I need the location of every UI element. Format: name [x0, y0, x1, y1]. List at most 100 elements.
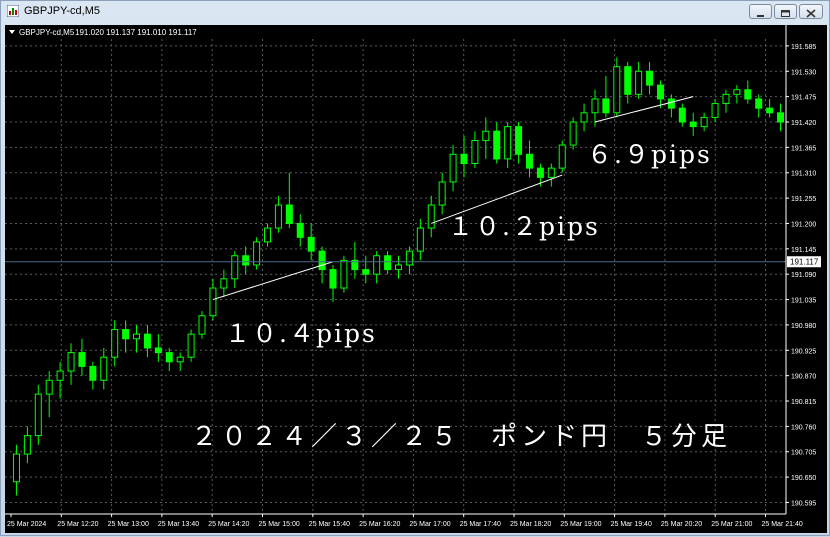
- maximize-icon: [781, 10, 790, 17]
- candle-body: [56, 370, 64, 381]
- candle-body: [482, 130, 490, 141]
- close-button[interactable]: [799, 4, 823, 19]
- time-tick-label: 25 Mar 15:00: [259, 521, 300, 528]
- symbol-label: GBPJPY-cd,M5: [19, 28, 75, 37]
- candle-body: [264, 227, 272, 243]
- candle-body: [274, 204, 282, 229]
- trend-line: [212, 261, 334, 301]
- time-tick-label: 25 Mar 14:20: [208, 521, 249, 528]
- chart-header: GBPJPY-cd,M5 191.020 191.137 191.010 191…: [9, 28, 197, 37]
- candle-body: [23, 435, 31, 455]
- candle-body: [318, 250, 326, 271]
- candle-body: [187, 333, 195, 358]
- candle-body: [143, 333, 151, 349]
- price-tick-label: 191.200: [791, 221, 816, 228]
- price-tick-label: 190.705: [791, 450, 816, 457]
- candle-body: [656, 84, 664, 100]
- price-tick-label: 191.475: [791, 95, 816, 102]
- time-tick-label: 25 Mar 13:00: [108, 521, 149, 528]
- price-tick-label: 191.090: [791, 272, 816, 279]
- time-tick-label: 25 Mar 19:00: [560, 521, 601, 528]
- price-tick-label: 191.255: [791, 196, 816, 203]
- price-tick-label: 191.310: [791, 171, 816, 178]
- chart-caption: ２０２４／３／２５ ポンド円 ５分足: [191, 422, 731, 452]
- price-tick-label: 190.815: [791, 399, 816, 406]
- window-title: GBPJPY-cd,M5: [24, 5, 101, 17]
- minimize-icon: [757, 15, 764, 17]
- candle-body: [176, 356, 184, 363]
- candle-body: [558, 144, 566, 169]
- price-tick-label: 190.980: [791, 323, 816, 330]
- annotation-move3: ６.９pips: [587, 140, 712, 169]
- annotation-move1: １０.４pips: [225, 319, 377, 348]
- candle-body: [602, 98, 610, 114]
- title-bar[interactable]: GBPJPY-cd,M5: [1, 1, 829, 23]
- candle-body: [34, 393, 42, 437]
- candle-body: [111, 329, 119, 358]
- candle-body: [777, 112, 785, 123]
- candle-body: [766, 107, 774, 114]
- candle-body: [569, 121, 577, 146]
- time-tick-label: 25 Mar 16:20: [359, 521, 400, 528]
- candle-body: [504, 126, 512, 160]
- chart-area[interactable]: 191.585 191.530 191.475 191.420 191.365 191.3…: [5, 25, 827, 533]
- price-tick-label: 190.595: [791, 500, 816, 507]
- candle-body: [700, 116, 708, 128]
- chart-icon: [7, 5, 19, 17]
- candle-body: [89, 365, 97, 381]
- candle-body: [78, 352, 86, 367]
- current-price-marker: 191.117: [787, 256, 821, 268]
- chart-window: GBPJPY-cd,M5 191.585 191.530 191.475 191.42…: [0, 0, 830, 536]
- candle-body: [242, 255, 250, 266]
- trend-line: [594, 96, 694, 123]
- candle-body: [133, 333, 141, 340]
- candle-body: [635, 70, 643, 95]
- candle-body: [220, 278, 228, 289]
- minimize-button[interactable]: [749, 4, 772, 19]
- time-axis: 25 Mar 2024 25 Mar 12:20 25 Mar 13:00 25 Ma…: [5, 513, 803, 528]
- price-tick-label: 191.585: [791, 44, 816, 51]
- candle-body: [165, 352, 173, 363]
- annotation-move2: １０.２pips: [448, 212, 600, 241]
- candle-body: [12, 453, 20, 483]
- time-tick-label: 25 Mar 21:00: [711, 521, 752, 528]
- candle-body: [438, 181, 446, 206]
- price-axis: 191.585 191.530 191.475 191.420 191.365 191.3…: [785, 25, 816, 514]
- price-tick-label: 190.760: [791, 424, 816, 431]
- time-tick-label: 25 Mar 20:20: [661, 521, 702, 528]
- candle-body: [340, 259, 348, 289]
- price-tick-label: 190.870: [791, 374, 816, 381]
- candle-body: [198, 315, 206, 335]
- time-tick-label: 25 Mar 15:40: [309, 521, 350, 528]
- candle-body: [646, 70, 654, 86]
- candle-body: [67, 352, 75, 372]
- candle-body: [45, 379, 53, 395]
- ohlc-label: 191.020 191.137 191.010 191.117: [75, 28, 197, 37]
- time-tick-label: 25 Mar 19:40: [611, 521, 652, 528]
- candle-body: [515, 126, 523, 155]
- candle-body: [536, 167, 544, 178]
- candle-body: [373, 255, 381, 275]
- candle-body: [209, 287, 217, 317]
- candle-body: [667, 98, 675, 109]
- candle-body: [493, 130, 501, 160]
- candle-body: [624, 66, 632, 95]
- price-tick-label: 191.420: [791, 120, 816, 127]
- price-chart[interactable]: 191.585 191.530 191.475 191.420 191.365 191.3…: [5, 25, 827, 533]
- candle-body: [416, 227, 424, 252]
- candle-body: [154, 347, 162, 354]
- candle-body: [362, 269, 370, 275]
- time-tick-label: 25 Mar 21:40: [762, 521, 803, 528]
- candle-body: [755, 98, 763, 109]
- dropdown-triangle-icon[interactable]: [9, 30, 15, 34]
- current-price-label: 191.117: [790, 258, 819, 267]
- time-tick-label: 25 Mar 12:20: [57, 521, 98, 528]
- candle-body: [394, 264, 403, 271]
- price-tick-label: 191.530: [791, 69, 816, 76]
- candle-body: [122, 329, 130, 340]
- candle-body: [547, 167, 555, 178]
- candle-body: [711, 103, 719, 118]
- candle-body: [307, 236, 315, 252]
- maximize-button[interactable]: [774, 4, 797, 19]
- candle-body: [427, 204, 435, 229]
